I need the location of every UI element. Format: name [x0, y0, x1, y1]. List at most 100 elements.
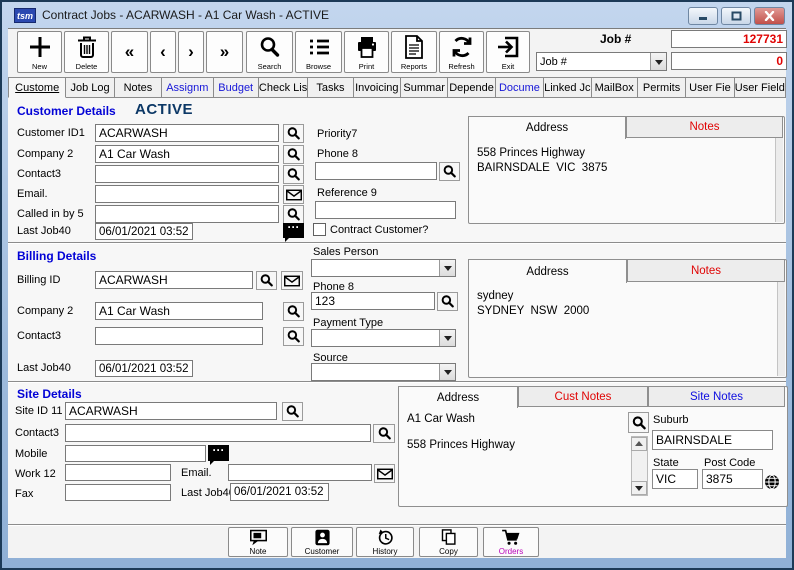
site-address-tab[interactable]: Address [398, 386, 518, 408]
first-record-button[interactable]: « [111, 31, 148, 73]
mobile-field[interactable] [65, 445, 206, 462]
called-in-by-field[interactable] [95, 205, 279, 223]
scroll-down-icon[interactable] [631, 481, 647, 495]
contract-customer-checkbox[interactable] [313, 223, 326, 236]
customer-id-search-button[interactable] [283, 124, 304, 143]
close-button[interactable] [754, 7, 785, 25]
dropdown-arrow-icon[interactable] [439, 364, 455, 380]
last-record-button[interactable]: » [206, 31, 243, 73]
customer-email-button[interactable] [283, 185, 304, 204]
tab-budget[interactable]: Budget [214, 77, 259, 98]
tab-summary[interactable]: Summar [401, 77, 448, 98]
site-id-field[interactable]: ACARWASH [65, 402, 277, 420]
tab-user-file[interactable]: User Fie [686, 77, 734, 98]
dropdown-arrow-icon[interactable] [439, 260, 455, 276]
suburb-field[interactable]: BAIRNSDALE [652, 430, 773, 450]
customer-email-field[interactable] [95, 185, 279, 203]
reports-button[interactable]: Reports [391, 31, 437, 73]
job-filter-dropdown[interactable]: Job # [536, 52, 667, 71]
customer-button[interactable]: Customer [291, 527, 353, 557]
tab-invoicing[interactable]: Invoicing [354, 77, 401, 98]
tab-job-logs[interactable]: Job Log [66, 77, 114, 98]
new-button[interactable]: New [17, 31, 62, 73]
billing-email-button[interactable] [281, 271, 303, 290]
tab-check-list[interactable]: Check Lis [259, 77, 308, 98]
payment-type-dropdown[interactable] [311, 329, 456, 347]
billing-phone-field[interactable]: 123 [311, 292, 435, 310]
state-field[interactable]: VIC [652, 469, 698, 489]
next-record-button[interactable]: › [178, 31, 204, 73]
comment-dots-icon[interactable]: ··· [283, 223, 304, 238]
tab-notes[interactable]: Notes [115, 77, 162, 98]
site-email-button[interactable] [374, 464, 395, 483]
post-code-label: Post Code [704, 457, 755, 469]
source-dropdown[interactable] [311, 363, 456, 381]
tab-customer[interactable]: Custome [8, 77, 66, 98]
customer-contact-label: Contact3 [17, 168, 61, 180]
customer-contact-field[interactable] [95, 165, 279, 183]
customer-address-tab[interactable]: Address [468, 116, 626, 139]
scroll-up-icon[interactable] [631, 437, 647, 451]
customer-contact-search-button[interactable] [283, 165, 304, 184]
sales-person-dropdown[interactable] [311, 259, 456, 277]
copy-button[interactable]: Copy [419, 527, 478, 557]
customer-phone-field[interactable] [315, 162, 437, 180]
billing-phone-search-button[interactable] [437, 292, 458, 311]
site-contact-search-button[interactable] [373, 424, 395, 443]
billing-id-search-button[interactable] [256, 271, 277, 290]
maximize-button[interactable] [721, 7, 751, 25]
orders-button[interactable]: Orders [483, 527, 539, 557]
delete-button[interactable]: Delete [64, 31, 109, 73]
comment-dots-icon[interactable]: ··· [208, 445, 229, 461]
billing-contact-search-button[interactable] [283, 327, 304, 346]
site-email-field[interactable] [228, 464, 372, 481]
tab-permits[interactable]: Permits [638, 77, 686, 98]
print-button[interactable]: Print [344, 31, 389, 73]
customer-company-field[interactable]: A1 Car Wash [95, 145, 279, 163]
billing-contact-field[interactable] [95, 327, 263, 345]
site-contact-field[interactable] [65, 424, 371, 442]
billing-company-field[interactable]: A1 Car Wash [95, 302, 263, 320]
history-button[interactable]: History [356, 527, 414, 557]
site-notes-tab[interactable]: Site Notes [648, 386, 785, 407]
globe-icon[interactable] [764, 474, 780, 490]
dropdown-arrow-icon[interactable] [439, 330, 455, 346]
customer-notes-tab[interactable]: Notes [626, 116, 783, 138]
reference-field[interactable] [315, 201, 456, 219]
post-code-field[interactable]: 3875 [702, 469, 763, 489]
customer-last-job-field[interactable]: 06/01/2021 03:52 [95, 223, 193, 240]
tab-dependencies[interactable]: Depende [448, 77, 495, 98]
exit-button[interactable]: Exit [486, 31, 530, 73]
tab-linked-jobs[interactable]: Linked Jc [544, 77, 591, 98]
search-button[interactable]: Search [246, 31, 293, 73]
minimize-button[interactable] [688, 7, 718, 25]
tab-documents[interactable]: Docume [496, 77, 544, 98]
dropdown-arrow-icon[interactable] [650, 53, 666, 70]
work-phone-field[interactable] [65, 464, 171, 481]
cust-notes-tab[interactable]: Cust Notes [518, 386, 648, 407]
note-button[interactable]: Note [228, 527, 288, 557]
site-id-search-button[interactable] [282, 402, 303, 421]
tab-assignments[interactable]: Assignm [162, 77, 213, 98]
tab-mailbox[interactable]: MailBox [592, 77, 638, 98]
billing-last-job-field[interactable]: 06/01/2021 03:52 [95, 360, 193, 377]
billing-id-field[interactable]: ACARWASH [95, 271, 253, 289]
site-address-scrollbar[interactable] [631, 436, 648, 496]
job-count-field[interactable]: 0 [671, 52, 787, 70]
billing-company-search-button[interactable] [283, 302, 304, 321]
browse-button[interactable]: Browse [295, 31, 342, 73]
site-address-search-button[interactable] [628, 412, 649, 433]
fax-field[interactable] [65, 484, 171, 501]
billing-notes-tab[interactable]: Notes [627, 259, 785, 282]
tab-user-field[interactable]: User Field [735, 77, 786, 98]
billing-address-tab[interactable]: Address [468, 259, 627, 283]
phone-search-button[interactable] [439, 162, 460, 181]
new-label: New [32, 62, 47, 71]
tab-tasks[interactable]: Tasks [308, 77, 353, 98]
customer-company-search-button[interactable] [283, 145, 304, 164]
site-last-job-field[interactable]: 06/01/2021 03:52 [230, 483, 329, 501]
refresh-button[interactable]: Refresh [439, 31, 484, 73]
previous-record-button[interactable]: ‹ [150, 31, 176, 73]
job-number-field[interactable]: 127731 [671, 30, 787, 48]
customer-id-field[interactable]: ACARWASH [95, 124, 279, 142]
